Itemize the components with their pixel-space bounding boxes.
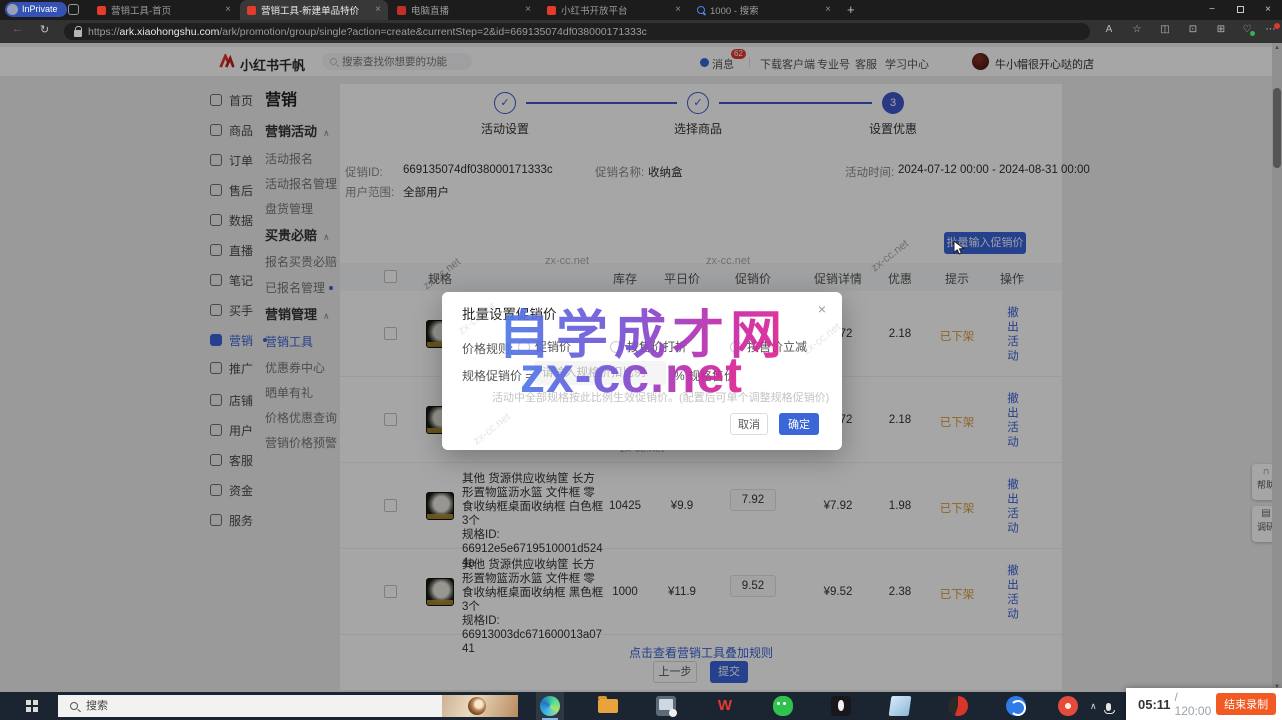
confirm-button[interactable]: 确定 xyxy=(779,413,819,435)
media-app-icon[interactable] xyxy=(948,696,968,716)
more-menu-icon[interactable]: ⋯ xyxy=(1262,24,1280,35)
remote-desktop-icon[interactable] xyxy=(656,696,676,716)
quark-browser-icon[interactable] xyxy=(1006,696,1026,716)
edge-taskbar-icon[interactable] xyxy=(540,696,560,716)
lock-icon xyxy=(74,30,82,37)
browser-tab-active[interactable]: 营销工具-新建单品特价 × xyxy=(240,0,388,20)
search-favicon xyxy=(697,6,705,14)
xiaohongshu-favicon xyxy=(97,6,106,15)
stop-recording-button[interactable]: 结束录制 xyxy=(1216,693,1276,715)
tab-label: 小红书开放平台 xyxy=(561,3,670,17)
recording-total-time: / 120:00 xyxy=(1175,690,1217,718)
mouse-cursor xyxy=(953,240,967,256)
xiaohongshu-favicon xyxy=(547,6,556,15)
refresh-button[interactable]: ↻ xyxy=(40,23,49,36)
address-bar[interactable]: https://ark.xiaohongshu.com/ark/promotio… xyxy=(64,23,1090,40)
window-minimize-button[interactable]: − xyxy=(1198,0,1226,20)
tab-label: 营销工具-新建单品特价 xyxy=(261,3,370,17)
window-close-button[interactable]: × xyxy=(1254,0,1282,20)
recording-panel: 05:11 / 120:00 结束录制 xyxy=(1126,688,1282,720)
extensions-icon[interactable]: ⊞ xyxy=(1212,24,1230,35)
new-tab-button[interactable]: + xyxy=(847,2,855,17)
tray-expand-icon[interactable]: ∧ xyxy=(1090,701,1097,712)
browser-tab[interactable]: 1000 - 搜索 × xyxy=(690,0,838,20)
microphone-icon[interactable] xyxy=(1106,703,1111,711)
browser-tab[interactable]: 电脑直播 × xyxy=(390,0,538,20)
taskbar-search-box[interactable] xyxy=(58,695,518,717)
taskbar: W ∧ xyxy=(0,692,1282,720)
search-icon xyxy=(70,702,78,710)
wps-office-icon[interactable]: W xyxy=(715,696,735,716)
tab-label: 1000 - 搜索 xyxy=(710,3,820,17)
browser-tab[interactable]: 营销工具-首页 × xyxy=(90,0,238,20)
browser-tab[interactable]: 小红书开放平台 × xyxy=(540,0,688,20)
tab-label: 营销工具-首页 xyxy=(111,3,220,17)
tab-close-icon[interactable]: × xyxy=(225,5,231,15)
collections-icon[interactable]: ⊡ xyxy=(1184,24,1202,35)
browser-tab-strip: InPrivate 营销工具-首页 × 营销工具-新建单品特价 × 电脑直播 ×… xyxy=(0,0,1282,20)
maximize-icon xyxy=(1237,6,1244,13)
watermark-site-url: zx-cc.net xyxy=(520,346,743,404)
tab-close-icon[interactable]: × xyxy=(525,5,531,15)
recording-elapsed-time: 05:11 xyxy=(1138,697,1171,712)
start-button[interactable] xyxy=(26,700,38,712)
live-favicon xyxy=(397,6,406,15)
taskbar-search-input[interactable] xyxy=(86,700,326,712)
search-highlight-image[interactable] xyxy=(442,695,518,717)
close-icon[interactable]: × xyxy=(818,301,826,317)
tab-activity-icon[interactable] xyxy=(68,4,79,15)
wechat-icon[interactable] xyxy=(773,696,793,716)
tab-close-icon[interactable]: × xyxy=(375,5,381,15)
browser-essentials-icon[interactable]: ♡ xyxy=(1238,24,1256,35)
system-tray: ∧ xyxy=(1090,701,1111,712)
back-button[interactable]: ← xyxy=(12,23,23,35)
tab-label: 电脑直播 xyxy=(411,3,520,17)
favorite-star-icon[interactable]: ☆ xyxy=(1128,24,1146,35)
file-explorer-icon[interactable] xyxy=(598,699,618,713)
tab-close-icon[interactable]: × xyxy=(675,5,681,15)
scrollbar-thumb[interactable] xyxy=(1273,88,1281,168)
dark-app-icon[interactable] xyxy=(831,696,851,716)
split-screen-icon[interactable]: ◫ xyxy=(1156,24,1174,35)
inprivate-badge: InPrivate xyxy=(5,2,67,17)
page-content: 小红书千帆 消息 62 | 下载客户端 专业号 客服 学习中心 牛小帽很开心哒的… xyxy=(0,43,1282,692)
read-aloud-icon[interactable]: A xyxy=(1100,24,1118,35)
screen-recorder-icon[interactable] xyxy=(1058,696,1078,716)
page-scrollbar[interactable]: ▲ ▼ xyxy=(1272,43,1282,692)
url-text: https://ark.xiaohongshu.com/ark/promotio… xyxy=(88,26,647,38)
tab-close-icon[interactable]: × xyxy=(825,5,831,15)
cancel-button[interactable]: 取消 xyxy=(730,413,768,435)
window-maximize-button[interactable] xyxy=(1226,0,1254,20)
browser-toolbar: ← ↻ https://ark.xiaohongshu.com/ark/prom… xyxy=(0,20,1282,43)
xiaohongshu-favicon xyxy=(247,6,256,15)
screen: InPrivate 营销工具-首页 × 营销工具-新建单品特价 × 电脑直播 ×… xyxy=(0,0,1282,720)
scroll-up-icon[interactable]: ▲ xyxy=(1272,45,1282,51)
blue-app-icon[interactable] xyxy=(889,696,912,716)
